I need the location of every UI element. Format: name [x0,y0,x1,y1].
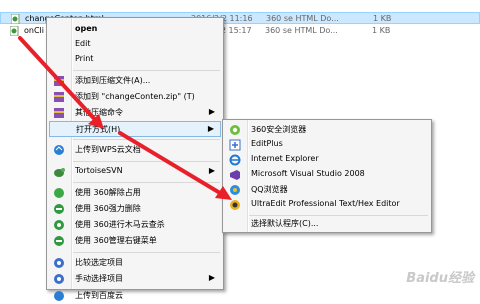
baidu-cloud-icon [53,290,65,302]
arrow-to-open-with [18,36,102,127]
watermark: Baidu经验 [406,271,474,286]
arrow-to-ultraedit [118,131,227,198]
annotation-arrows [18,36,232,200]
menu-label: 上传到百度云 [75,291,123,300]
menu-item-upload-baidu[interactable]: 上传到百度云 [49,288,221,304]
